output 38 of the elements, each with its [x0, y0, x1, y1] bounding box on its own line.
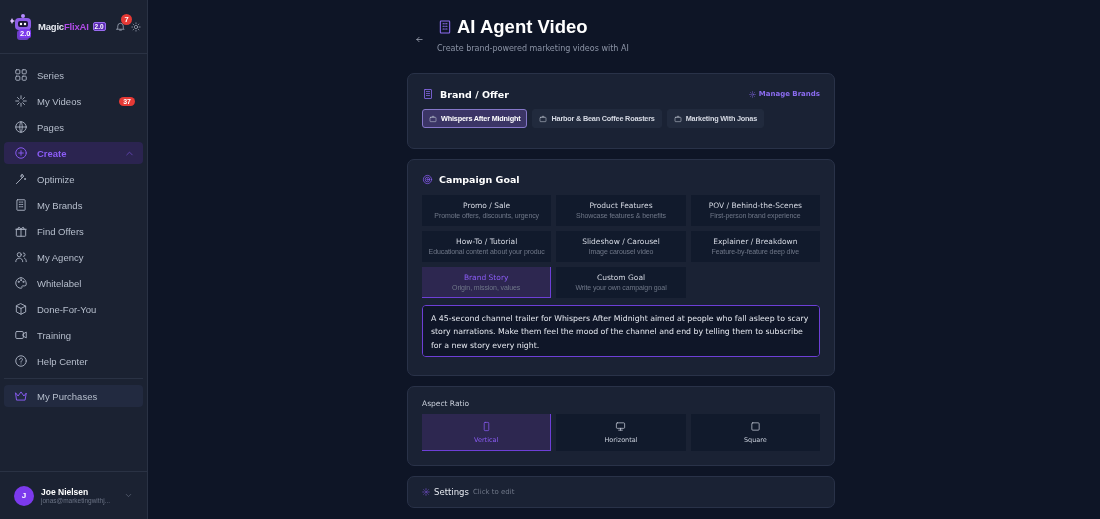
globe-icon [14, 120, 28, 134]
sun-icon [131, 21, 141, 32]
user-avatar: J [14, 485, 34, 506]
nav-item[interactable]: Training [4, 324, 143, 346]
user-name: Joe Nielsen [41, 487, 90, 497]
nav-item[interactable]: Whitelabel [4, 272, 143, 294]
back-arrow-icon [415, 35, 424, 44]
grid-icon [14, 68, 28, 82]
logo-text: MagicFlixAI [38, 21, 89, 32]
nav-item[interactable]: My Brands [4, 194, 143, 216]
help-icon [14, 354, 28, 368]
palette-icon [14, 276, 28, 290]
square-icon [749, 420, 761, 432]
card-title: Brand / Offer [440, 88, 509, 100]
box-icon [14, 302, 28, 316]
nav-item[interactable]: Pages [4, 116, 143, 138]
target-icon [422, 174, 433, 185]
plus-circle-icon [14, 146, 28, 160]
page-title: AI Agent Video [437, 16, 835, 38]
purchases-item[interactable]: My Purchases [4, 385, 143, 407]
nav-item[interactable]: Help Center [4, 350, 143, 372]
nav-item[interactable]: Optimize [4, 168, 143, 190]
users-icon [14, 250, 28, 264]
monitor-icon [615, 420, 627, 432]
sparkles-icon [14, 94, 28, 108]
gift-icon [14, 224, 28, 238]
nav-item[interactable]: Done-For-You [4, 298, 143, 320]
nav-item[interactable]: Find Offers [4, 220, 143, 242]
nav-item[interactable]: My Agency [4, 246, 143, 268]
card-title: Campaign Goal [439, 174, 520, 185]
card-title: Settings [434, 487, 469, 497]
bell-icon [115, 21, 126, 32]
page-subtitle: Create brand-powered marketing videos with AI [437, 44, 630, 53]
video-camera-icon [14, 328, 28, 342]
chevron-down-icon [124, 491, 133, 500]
magic-wand-icon [14, 172, 28, 186]
nav-item[interactable]: Series [4, 64, 143, 86]
crown-icon [14, 389, 28, 403]
